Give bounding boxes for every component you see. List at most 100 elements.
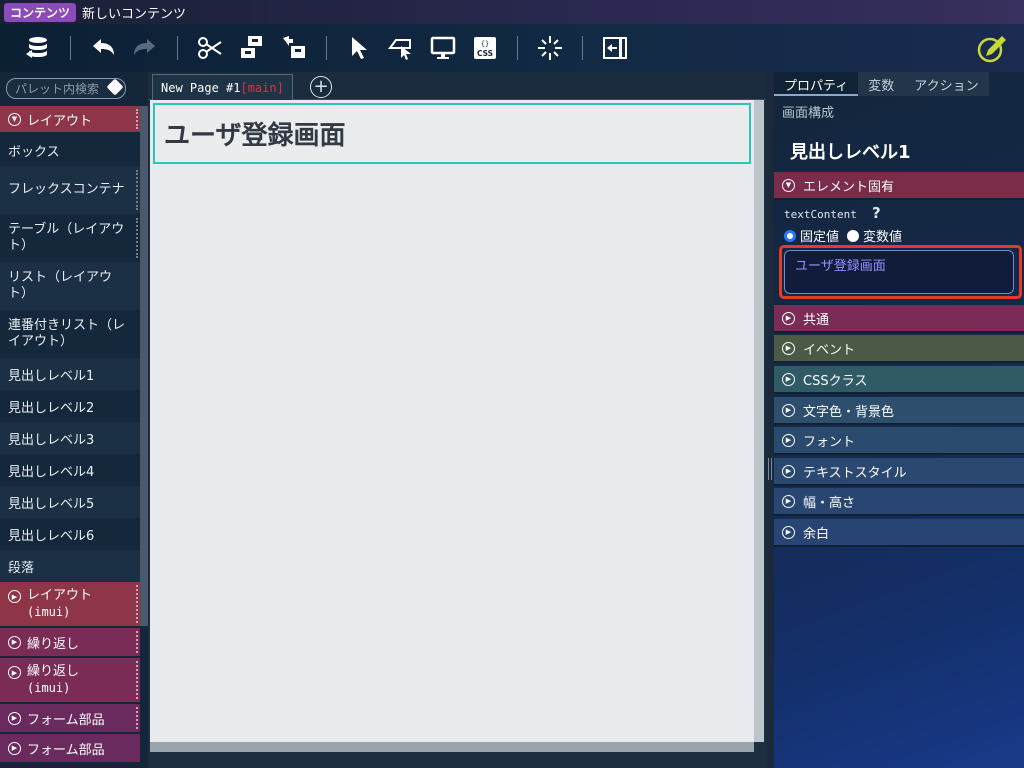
palette-item-heading1[interactable]: 見出しレベル1: [0, 358, 140, 390]
section-label: レイアウト: [27, 588, 93, 603]
css-icon[interactable]: {} CSS: [467, 30, 503, 66]
database-icon[interactable]: [20, 30, 56, 66]
pointer-icon[interactable]: [341, 30, 377, 66]
palette-item-ordered-list[interactable]: 連番付きリスト（レイアウト）: [0, 310, 140, 358]
page-tab[interactable]: New Page #1 [main]: [152, 74, 293, 100]
section-label: 文字色・背景色: [803, 404, 895, 420]
splitter-grip[interactable]: [768, 458, 772, 480]
palette-section-layout[interactable]: ▼ レイアウト: [0, 106, 140, 134]
section-event[interactable]: ▶ イベント: [774, 335, 1024, 363]
palette-item-heading4[interactable]: 見出しレベル4: [0, 454, 140, 486]
add-page-icon[interactable]: +: [310, 76, 332, 98]
design-canvas[interactable]: ユーザ登録画面: [150, 100, 754, 742]
section-label: フォーム部品: [27, 742, 105, 758]
radio-variable[interactable]: [847, 229, 860, 242]
tab-properties[interactable]: プロパティ: [774, 72, 859, 96]
exit-panel-icon[interactable]: [597, 30, 633, 66]
expand-icon: ▶: [782, 311, 795, 325]
section-common[interactable]: ▶ 共通: [774, 305, 1024, 333]
drag-handle[interactable]: [136, 631, 138, 653]
radio-fixed-label: 固定値: [800, 230, 840, 245]
page-tab-label: New Page #1: [161, 80, 241, 95]
drag-handle[interactable]: [136, 109, 138, 129]
expand-icon: ▶: [8, 711, 21, 725]
palette-search-input[interactable]: パレット内検索: [6, 78, 126, 99]
component-icon[interactable]: [234, 30, 270, 66]
text-content-label: textContent: [784, 208, 857, 221]
palette-item-list-layout[interactable]: リスト（レイアウト）: [0, 262, 140, 310]
palette-item-heading3[interactable]: 見出しレベル3: [0, 422, 140, 454]
palette-item-heading2[interactable]: 見出しレベル2: [0, 390, 140, 422]
section-label: エレメント固有: [803, 179, 895, 195]
canvas-vertical-scrollbar[interactable]: [754, 100, 764, 742]
toolbar-separator: [582, 36, 583, 60]
palette-scrollbar[interactable]: [140, 106, 148, 626]
palette-list: ▼ レイアウト ボックス フレックスコンテナ テーブル（レイアウト） リスト（レ…: [0, 106, 140, 764]
palette-section-form-parts[interactable]: ▶ フォーム部品: [0, 704, 140, 734]
undo-icon[interactable]: [85, 30, 121, 66]
section-font[interactable]: ▶ フォント: [774, 427, 1024, 455]
section-element-specific[interactable]: ▼ エレメント固有: [774, 172, 1024, 200]
canvas-horizontal-scrollbar[interactable]: [150, 742, 754, 752]
expand-icon: ▶: [782, 372, 795, 386]
section-colors[interactable]: ▶ 文字色・背景色: [774, 397, 1024, 425]
panel-splitter[interactable]: [766, 72, 774, 768]
select-box-icon[interactable]: [383, 30, 419, 66]
drag-handle[interactable]: [136, 585, 138, 623]
radio-fixed[interactable]: [784, 229, 796, 242]
section-label: 繰り返し: [27, 636, 80, 652]
expand-icon: ▶: [8, 590, 21, 603]
scissors-icon[interactable]: [192, 30, 228, 66]
toolbar-separator: [177, 36, 178, 60]
palette-section-repeat-imui[interactable]: ▶ 繰り返し (imui): [0, 658, 140, 704]
tab-screen-structure[interactable]: 画面構成: [782, 102, 834, 121]
text-content-textarea[interactable]: ユーザ登録画面: [784, 250, 1014, 294]
palette-item-paragraph[interactable]: 段落: [0, 550, 140, 582]
item-label: 連番付きリスト（レイアウト）: [8, 318, 126, 349]
palette-item-heading5[interactable]: 見出しレベル5: [0, 486, 140, 518]
item-label: フレックスコンテナ: [8, 182, 125, 197]
toolbar-separator: [326, 36, 327, 60]
toolbar-separator: [517, 36, 518, 60]
selected-heading-element[interactable]: ユーザ登録画面: [153, 103, 751, 164]
item-label: 見出しレベル1: [8, 368, 95, 384]
item-label: 見出しレベル4: [8, 464, 95, 480]
page-tab-bar: New Page #1 [main] +: [148, 72, 766, 100]
expand-icon: ▶: [8, 635, 21, 649]
item-label: 見出しレベル2: [8, 400, 95, 416]
drag-handle[interactable]: [136, 170, 138, 210]
palette-panel: パレット内検索 ▼ レイアウト ボックス フレックスコンテナ テーブル（レイアウ…: [0, 72, 148, 768]
tab-actions[interactable]: アクション: [904, 72, 989, 96]
tab-variables[interactable]: 変数: [858, 72, 905, 96]
drag-handle[interactable]: [136, 218, 138, 258]
redo-icon[interactable]: [127, 30, 163, 66]
section-label: レイアウト: [27, 113, 93, 129]
palette-item-heading6[interactable]: 見出しレベル6: [0, 518, 140, 550]
sparkle-icon[interactable]: [532, 30, 568, 66]
value-type-radios: 固定値 変数値: [784, 226, 902, 245]
palette-section-layout-imui[interactable]: ▶ レイアウト (imui): [0, 582, 140, 628]
palette-item-flex-container[interactable]: フレックスコンテナ: [0, 166, 140, 214]
properties-panel: プロパティ 変数 アクション 画面構成 見出しレベル1 ▼ エレメント固有 te…: [774, 72, 1024, 768]
palette-section-repeat[interactable]: ▶ 繰り返し: [0, 628, 140, 658]
section-label: フォーム部品: [27, 712, 105, 728]
palette-item-box[interactable]: ボックス: [0, 134, 140, 166]
drag-handle[interactable]: [136, 707, 138, 729]
extract-icon[interactable]: [276, 30, 312, 66]
section-margin[interactable]: ▶ 余白: [774, 519, 1024, 547]
palette-search-placeholder: パレット内検索: [15, 82, 100, 96]
properties-tabs: プロパティ 変数 アクション: [774, 72, 1024, 96]
heading-text: ユーザ登録画面: [164, 121, 346, 151]
palette-section-form-parts-2[interactable]: ▶ フォーム部品: [0, 734, 140, 764]
section-label: 余白: [803, 526, 830, 542]
section-text-style[interactable]: ▶ テキストスタイル: [774, 458, 1024, 486]
clear-search-icon[interactable]: [106, 78, 124, 96]
drag-handle[interactable]: [136, 661, 138, 699]
palette-item-table-layout[interactable]: テーブル（レイアウト）: [0, 214, 140, 262]
pencil-icon[interactable]: [974, 30, 1010, 66]
section-css-class[interactable]: ▶ CSSクラス: [774, 366, 1024, 394]
help-icon[interactable]: ?: [872, 204, 881, 222]
section-size[interactable]: ▶ 幅・高さ: [774, 488, 1024, 516]
monitor-icon[interactable]: [425, 30, 461, 66]
section-label: 繰り返し: [27, 664, 80, 679]
